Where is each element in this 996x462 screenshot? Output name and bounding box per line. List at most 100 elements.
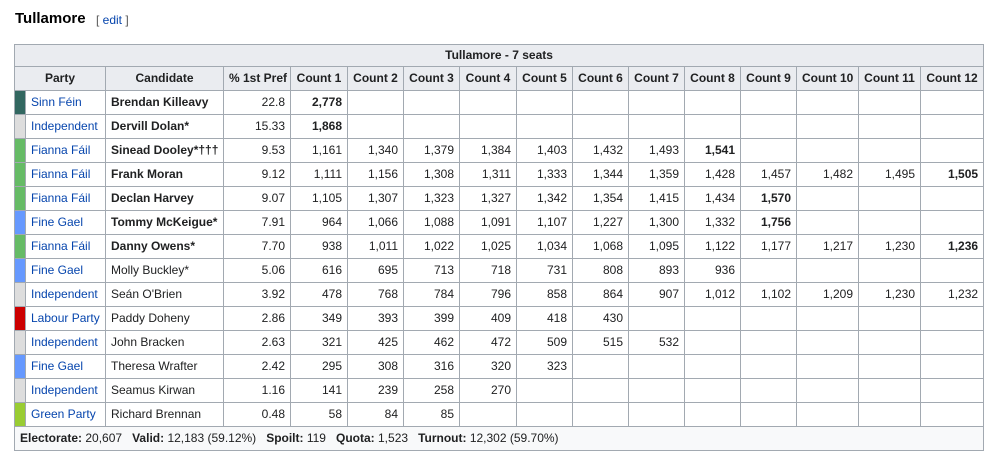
count-cell: 1,311 <box>459 162 517 187</box>
count-cell <box>796 306 859 331</box>
party-link[interactable]: Fine Gael <box>31 359 83 373</box>
party-link[interactable]: Labour Party <box>31 311 100 325</box>
count-cell <box>740 330 797 355</box>
party-cell: Fine Gael <box>25 210 106 235</box>
edit-link[interactable]: edit <box>103 13 122 27</box>
count-cell: 864 <box>572 282 629 307</box>
table-row: Independent Seán O'Brien 3.92 478 768 784 796 8… <box>14 282 985 307</box>
party-link[interactable]: Independent <box>31 287 98 301</box>
party-cell: Labour Party <box>25 306 106 331</box>
count-cell: 349 <box>290 306 348 331</box>
party-color-swatch <box>14 330 26 355</box>
count-cell: 1,177 <box>740 234 797 259</box>
count-cell <box>740 354 797 379</box>
count-cell <box>459 90 517 115</box>
count-cell <box>740 258 797 283</box>
summary-cell: Electorate: 20,607 Valid: 12,183 (59.12%… <box>13 426 985 451</box>
candidate-name: Frank Moran <box>105 162 224 187</box>
count-cell <box>919 186 985 211</box>
count-cell <box>740 306 797 331</box>
count-cell <box>572 90 629 115</box>
column-header-count-12: Count 12 <box>919 66 985 91</box>
count-cell: 784 <box>403 282 460 307</box>
count-cell: 1,236 <box>919 234 985 259</box>
candidate-name: Dervill Dolan* <box>105 114 224 139</box>
count-cell: 1,091 <box>459 210 517 235</box>
column-header-count-7: Count 7 <box>628 66 685 91</box>
party-cell: Fianna Fáil <box>25 138 106 163</box>
party-cell: Green Party <box>25 402 106 427</box>
party-link[interactable]: Fianna Fáil <box>31 167 90 181</box>
count-cell <box>628 402 685 427</box>
party-link[interactable]: Independent <box>31 335 98 349</box>
party-color-swatch <box>14 234 26 259</box>
count-cell: 768 <box>347 282 404 307</box>
count-cell: 1,088 <box>403 210 460 235</box>
party-link[interactable]: Fianna Fáil <box>31 239 90 253</box>
party-cell: Independent <box>25 330 106 355</box>
candidate-name: Seamus Kirwan <box>105 378 224 403</box>
count-cell <box>858 378 921 403</box>
count-cell <box>858 90 921 115</box>
party-link[interactable]: Sinn Féin <box>31 95 82 109</box>
count-cell: 1,342 <box>516 186 573 211</box>
summary-row: Electorate: 20,607 Valid: 12,183 (59.12%… <box>13 426 985 451</box>
candidate-name: Paddy Doheny <box>105 306 224 331</box>
summary-label: Spoilt: <box>266 431 304 445</box>
party-cell: Sinn Féin <box>25 90 106 115</box>
party-color-swatch <box>14 210 26 235</box>
count-cell <box>572 354 629 379</box>
count-cell: 509 <box>516 330 573 355</box>
summary-label: Turnout: <box>418 431 467 445</box>
party-link[interactable]: Fine Gael <box>31 263 83 277</box>
section-title: Tullamore <box>15 10 86 27</box>
first-pref-percent: 22.8 <box>223 90 291 115</box>
count-cell: 1,011 <box>347 234 404 259</box>
count-cell <box>684 378 741 403</box>
table-row: Independent Dervill Dolan* 15.33 1,868 <box>14 114 985 139</box>
party-link[interactable]: Independent <box>31 119 98 133</box>
count-cell: 430 <box>572 306 629 331</box>
count-cell: 1,022 <box>403 234 460 259</box>
party-cell: Fine Gael <box>25 354 106 379</box>
count-cell <box>516 114 573 139</box>
party-link[interactable]: Independent <box>31 383 98 397</box>
count-cell <box>858 138 921 163</box>
party-link[interactable]: Green Party <box>31 407 96 421</box>
first-pref-percent: 2.42 <box>223 354 291 379</box>
count-cell <box>858 258 921 283</box>
count-cell: 393 <box>347 306 404 331</box>
count-cell <box>347 114 404 139</box>
count-cell: 1,432 <box>572 138 629 163</box>
party-cell: Fianna Fáil <box>25 186 106 211</box>
count-cell: 964 <box>290 210 348 235</box>
party-link[interactable]: Fianna Fáil <box>31 143 90 157</box>
summary-label: Electorate: <box>20 431 83 445</box>
count-cell <box>516 90 573 115</box>
count-cell: 1,034 <box>516 234 573 259</box>
count-cell <box>572 114 629 139</box>
count-cell: 316 <box>403 354 460 379</box>
count-cell <box>628 354 685 379</box>
count-cell: 258 <box>403 378 460 403</box>
column-header-count-9: Count 9 <box>740 66 797 91</box>
party-color-swatch <box>14 114 26 139</box>
count-cell: 1,505 <box>919 162 985 187</box>
first-pref-percent: 7.70 <box>223 234 291 259</box>
count-cell: 239 <box>347 378 404 403</box>
count-cell: 796 <box>459 282 517 307</box>
count-cell <box>459 402 517 427</box>
count-cell: 1,232 <box>919 282 985 307</box>
candidate-name: Seán O'Brien <box>105 282 224 307</box>
count-cell: 1,327 <box>459 186 517 211</box>
party-link[interactable]: Fine Gael <box>31 215 83 229</box>
party-link[interactable]: Fianna Fáil <box>31 191 90 205</box>
column-header-count-6: Count 6 <box>572 66 629 91</box>
count-cell: 1,107 <box>516 210 573 235</box>
column-header-count-2: Count 2 <box>347 66 404 91</box>
count-cell: 141 <box>290 378 348 403</box>
column-header-party: Party <box>14 66 106 91</box>
table-row: Fianna Fáil Declan Harvey 9.07 1,105 1,307 1,… <box>14 186 985 211</box>
count-cell: 1,332 <box>684 210 741 235</box>
party-color-swatch <box>14 402 26 427</box>
